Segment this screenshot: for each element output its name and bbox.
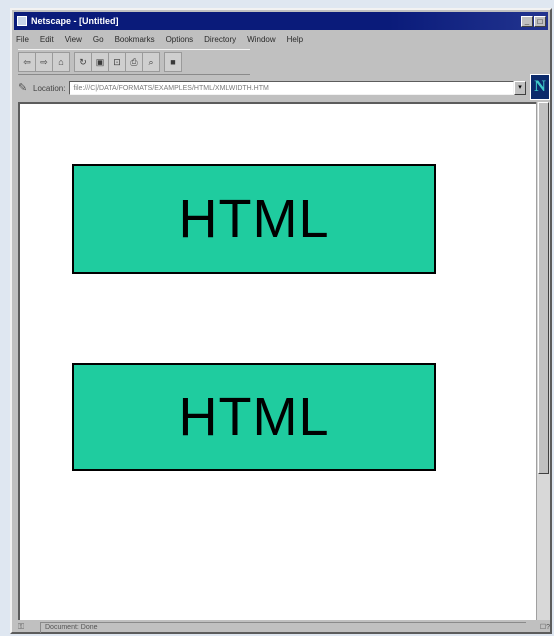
navigation-toolbar: ⇦ ⇨ ⌂ ↻ ▣ ⊡ ⎙ ⌕ ■ (18, 49, 250, 75)
bookmark-icon[interactable]: ✎ (18, 82, 30, 94)
menu-go[interactable]: Go (93, 35, 104, 44)
menu-view[interactable]: View (65, 35, 82, 44)
menu-bar: File Edit View Go Bookmarks Options Dire… (16, 32, 546, 47)
vertical-scrollbar[interactable] (536, 102, 550, 620)
location-dropdown-icon[interactable]: ▾ (514, 81, 526, 95)
location-label: Location: (33, 83, 66, 93)
status-text: Document: Done (40, 621, 526, 633)
html-box-top: HTML (72, 164, 436, 274)
title-bar[interactable]: Netscape - [Untitled] _ □ (14, 12, 548, 30)
location-bar: ✎ Location: file:///C|/DATA/FORMATS/EXAM… (18, 78, 526, 98)
menu-directory[interactable]: Directory (204, 35, 236, 44)
open-icon[interactable]: ⊡ (109, 53, 126, 71)
menu-window[interactable]: Window (247, 35, 275, 44)
minimize-button[interactable]: _ (521, 15, 533, 27)
stop-icon[interactable]: ■ (165, 53, 181, 71)
images-icon[interactable]: ▣ (92, 53, 109, 71)
browser-window: Netscape - [Untitled] _ □ File Edit View… (10, 8, 552, 634)
page-viewport[interactable]: HTML HTML (18, 102, 536, 620)
app-icon[interactable] (17, 16, 27, 26)
scrollbar-thumb[interactable] (538, 102, 549, 474)
netscape-logo: N (534, 78, 546, 95)
netscape-throbber[interactable]: N (530, 74, 550, 100)
menu-file[interactable]: File (16, 35, 29, 44)
forward-icon[interactable]: ⇨ (36, 53, 53, 71)
menu-bookmarks[interactable]: Bookmarks (115, 35, 155, 44)
print-icon[interactable]: ⎙ (126, 53, 143, 71)
menu-edit[interactable]: Edit (40, 35, 54, 44)
reload-icon[interactable]: ↻ (75, 53, 92, 71)
status-mail-icon[interactable]: ☐? (526, 623, 550, 631)
menu-options[interactable]: Options (166, 35, 194, 44)
menu-help[interactable]: Help (287, 35, 303, 44)
location-input[interactable]: file:///C|/DATA/FORMATS/EXAMPLES/HTML/XM… (69, 81, 514, 95)
find-icon[interactable]: ⌕ (143, 53, 159, 71)
html-box-bottom: HTML (72, 363, 436, 471)
window-title: Netscape - [Untitled] (31, 16, 119, 26)
maximize-button[interactable]: □ (534, 15, 546, 27)
status-bar: ⚿ Document: Done ☐? (18, 621, 550, 633)
security-key-icon: ⚿ (18, 622, 25, 631)
back-icon[interactable]: ⇦ (19, 53, 36, 71)
home-icon[interactable]: ⌂ (53, 53, 69, 71)
